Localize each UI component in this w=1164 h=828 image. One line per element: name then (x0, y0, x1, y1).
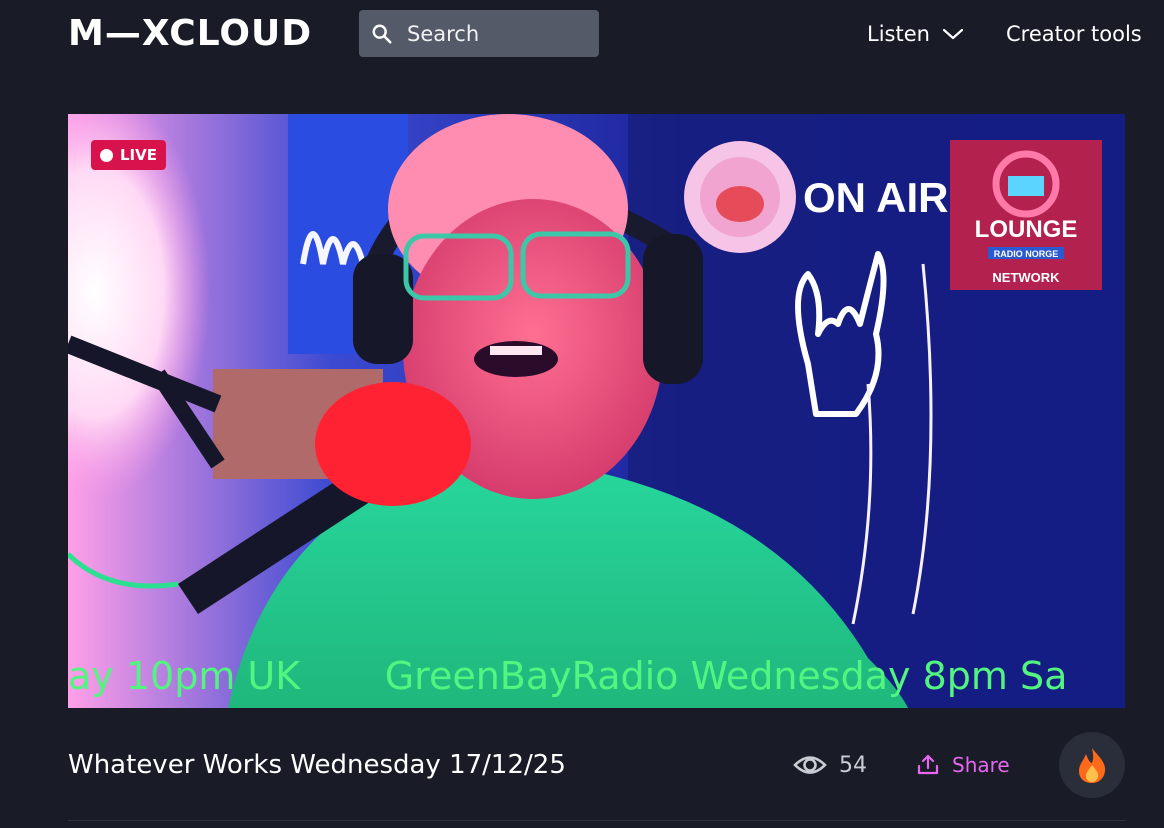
mixcloud-logo[interactable]: M—XCLOUD (68, 13, 312, 54)
listen-label: Listen (867, 22, 930, 46)
boost-button[interactable] (1059, 732, 1125, 798)
listen-menu[interactable]: Listen (867, 18, 964, 50)
eye-icon (793, 756, 827, 774)
live-badge: LIVE (91, 140, 166, 170)
share-icon (917, 754, 939, 775)
svg-text:NETWORK: NETWORK (992, 270, 1060, 285)
svg-text:ON AIR: ON AIR (803, 174, 948, 221)
stream-ticker-text: ay 10pm UK GreenBayRadio Wednesday 8pm S… (68, 654, 1068, 698)
live-stream-frame: ON AIR LOUNGE RADIO NORGE NETWORK (68, 114, 1125, 708)
share-label: Share (952, 753, 1010, 777)
svg-text:LOUNGE: LOUNGE (975, 216, 1078, 243)
creator-tools-link[interactable]: Creator tools (1006, 18, 1142, 50)
live-dot-icon (100, 148, 113, 162)
svg-text:RADIO NORGE: RADIO NORGE (994, 249, 1059, 259)
show-title[interactable]: Whatever Works Wednesday 17/12/25 (68, 747, 566, 783)
search-box[interactable] (359, 10, 599, 57)
search-icon (372, 24, 392, 44)
section-divider (68, 820, 1125, 821)
view-count: 54 (793, 748, 867, 782)
share-button[interactable]: Share (916, 748, 1010, 782)
search-input[interactable] (407, 21, 587, 46)
live-badge-label: LIVE (120, 146, 157, 164)
chevron-down-icon (942, 28, 964, 40)
flame-icon (1079, 748, 1106, 783)
top-nav-bar: M—XCLOUD Listen Creator tools (0, 0, 1164, 70)
live-video-player[interactable]: ON AIR LOUNGE RADIO NORGE NETWORK LIVE a… (68, 114, 1125, 708)
view-count-value: 54 (839, 752, 867, 778)
